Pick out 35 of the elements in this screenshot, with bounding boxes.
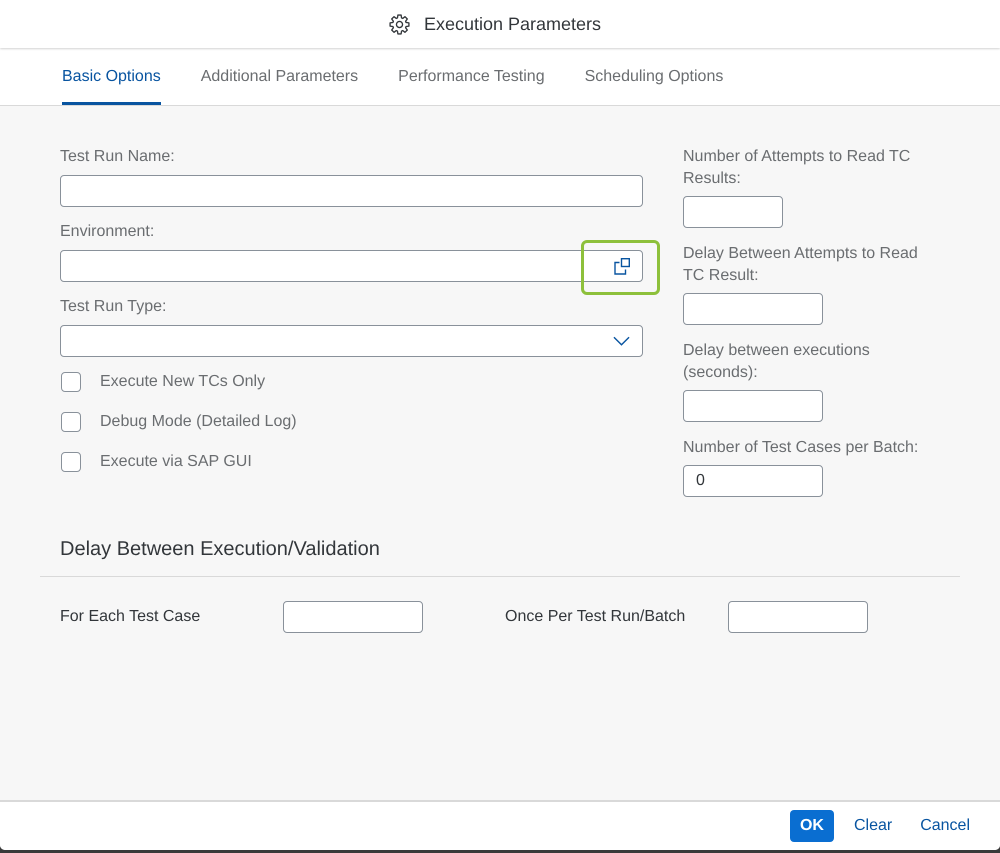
checkbox[interactable] [61,412,81,432]
checkbox[interactable] [61,372,81,392]
field-label: Number of Test Cases per Batch: [683,438,920,458]
field-label: For Each Test Case [60,608,202,626]
field-label: Environment: [60,222,156,242]
checkbox-label[interactable]: Execute New TCs Only [100,373,266,391]
tab[interactable]: Scheduling Options [584,48,724,105]
input-field[interactable] [60,250,643,282]
field-label: Test Run Type: [60,297,168,317]
input-field[interactable] [60,175,643,207]
field-label: Delay between executions (seconds): [683,341,871,383]
gear-icon [388,14,410,34]
checkbox-label[interactable]: Execute via SAP GUI [100,453,252,471]
input-field[interactable] [683,293,823,325]
field-label: Delay Between Attempts to Read TC Result: [683,244,919,286]
input-field[interactable] [283,601,423,633]
primary-button[interactable]: OK [790,810,834,842]
dialog-title: Execution Parameters [424,14,602,34]
dropdown-field[interactable] [60,325,643,357]
checkbox-label[interactable]: Debug Mode (Detailed Log) [100,413,297,431]
text-button[interactable]: Clear [846,810,900,842]
tab[interactable]: Performance Testing [398,48,545,105]
input-field[interactable] [728,601,868,633]
checkbox[interactable] [61,452,81,472]
chevron-down-icon[interactable] [613,336,630,346]
text-button[interactable]: Cancel [912,810,978,842]
section-title: Delay Between Execution/Validation [60,537,380,561]
input-field[interactable] [683,390,823,422]
tab[interactable]: Additional Parameters [200,48,358,105]
field-label: Number of Attempts to Read TC Results: [683,147,912,189]
field-label: Once Per Test Run/Batch [505,608,686,626]
overlapping-squares-icon[interactable] [614,258,630,274]
input-field[interactable] [683,196,783,228]
field-label: Test Run Name: [60,147,176,167]
input-field[interactable]: 0 [683,465,823,497]
